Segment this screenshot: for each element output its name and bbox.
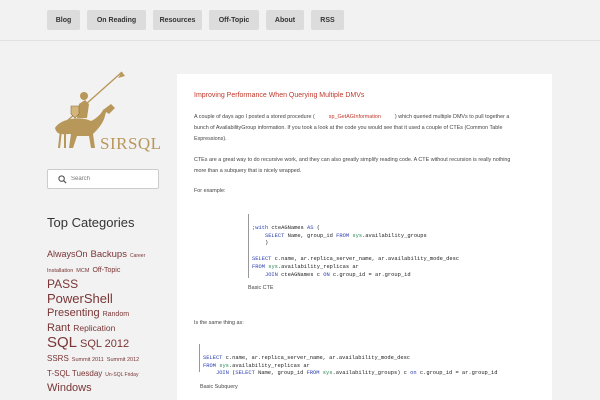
tag-t-sql-tuesday[interactable]: T-SQL Tuesday <box>47 369 102 378</box>
code-block-subquery: SELECT c.name, ar.replica_server_name, a… <box>199 344 545 376</box>
tag-summit-2012[interactable]: Summit 2012 <box>107 357 139 363</box>
for-example-text: For example: <box>194 188 226 194</box>
code-line: FROM sys.availability_replicas ar <box>203 362 310 369</box>
tag-rant[interactable]: Rant <box>47 322 70 334</box>
tag-alwayson[interactable]: AlwaysOn <box>47 249 88 259</box>
code-line: SELECT c.name, ar.replica_server_name, a… <box>203 354 411 361</box>
code-cte: ;with cteAGNames AS ( SELECT Name, group… <box>252 217 459 279</box>
tag-mcm[interactable]: MCM <box>76 268 89 274</box>
code-block-cte: ;with cteAGNames AS ( SELECT Name, group… <box>248 214 499 278</box>
caption-basic-cte: Basic CTE <box>248 285 274 291</box>
nav-rss[interactable]: RSS <box>311 10 344 30</box>
brand-name: SIRSQL <box>100 134 162 153</box>
code-line: ) <box>252 240 269 247</box>
tag-sql-2012[interactable]: SQL 2012 <box>80 338 129 350</box>
nav-resources[interactable]: Resources <box>153 10 202 30</box>
search-icon[interactable] <box>58 175 67 184</box>
code-line: JOIN (SELECT Name, group_id FROM sys.ava… <box>215 370 498 377</box>
tag-summit-2011[interactable]: Summit 2011 <box>72 357 104 363</box>
code-line: FROM sys.availability_replicas ar <box>252 263 359 270</box>
tag-windows[interactable]: Windows <box>47 382 92 394</box>
post-card: Improving Performance When Querying Mult… <box>177 74 552 400</box>
code-line: SELECT c.name, ar.replica_server_name, a… <box>252 255 460 262</box>
tag-un-sql-friday[interactable]: Un-SQL Friday <box>105 372 138 378</box>
tag-pass[interactable]: PASS <box>47 277 78 291</box>
tag-replication[interactable]: Replication <box>73 323 115 333</box>
nav-blog[interactable]: Blog <box>47 10 80 30</box>
tag-sql[interactable]: SQL <box>47 334 77 351</box>
tag-backups[interactable]: Backups <box>91 249 127 260</box>
tag-cloud: AlwaysOn Backups Career Installation MCM Off… <box>47 247 165 395</box>
sp-getaginformation-link[interactable]: sp_GetAGInformation <box>329 114 381 120</box>
tag-installation[interactable]: Installation <box>47 268 73 274</box>
code-line: JOIN cteAGNames c ON c.group_id = ar.gro… <box>264 271 411 278</box>
tag-ssrs[interactable]: SSRS <box>47 354 69 363</box>
same-thing-text: Is the same thing as: <box>194 320 244 326</box>
nav-about[interactable]: About <box>266 10 304 30</box>
search-box[interactable] <box>47 169 159 189</box>
tag-random[interactable]: Random <box>103 311 129 318</box>
tag-presenting[interactable]: Presenting <box>47 307 100 319</box>
categories-heading: Top Categories <box>47 215 135 230</box>
para1-text-a: A couple of days ago I posted a stored p… <box>194 114 315 120</box>
nav-on-reading[interactable]: On Reading <box>87 10 146 30</box>
post-paragraph-2: CTEs are a great way to do recursive wor… <box>194 157 511 174</box>
post-paragraph-1: A couple of days ago I posted a stored p… <box>194 112 524 145</box>
code-line: SELECT Name, group_id FROM sys.availabil… <box>264 232 427 239</box>
tag-career[interactable]: Career <box>130 253 145 259</box>
nav-off-topic[interactable]: Off-Topic <box>209 10 259 30</box>
top-navigation: Blog On Reading Resources Off-Topic Abou… <box>0 0 600 41</box>
tag-off-topic[interactable]: Off-Topic <box>92 267 120 274</box>
site-logo[interactable]: SIRSQL <box>47 66 162 160</box>
post-title[interactable]: Improving Performance When Querying Mult… <box>194 92 364 99</box>
caption-basic-subquery: Basic Subquery <box>200 384 238 390</box>
search-input[interactable] <box>71 173 153 185</box>
code-subquery: SELECT c.name, ar.replica_server_name, a… <box>203 347 498 378</box>
tag-powershell[interactable]: PowerShell <box>47 291 113 306</box>
code-line: ;with cteAGNames AS ( <box>252 224 320 231</box>
